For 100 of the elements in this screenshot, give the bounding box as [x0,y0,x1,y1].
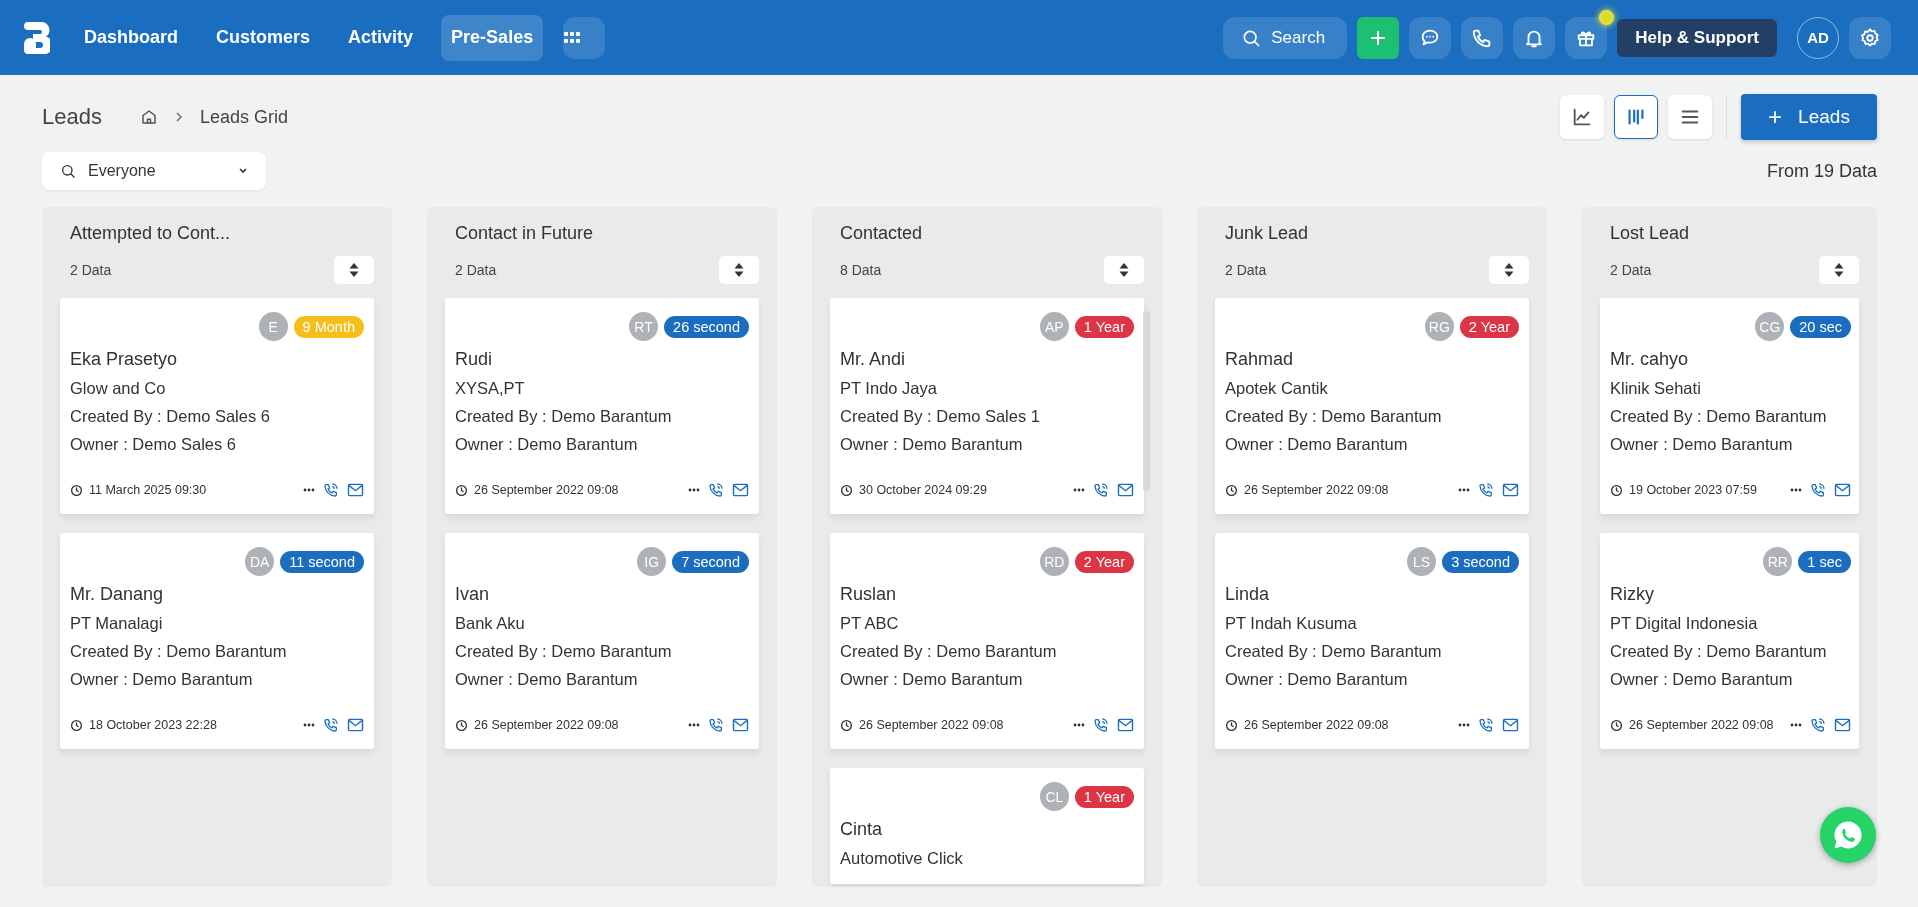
lead-name: Rizky [1610,584,1655,605]
company-name: PT ABC [840,614,900,633]
envelope-icon [347,483,364,497]
more-button[interactable] [1458,723,1470,727]
phone-button[interactable] [1461,16,1504,59]
age-badge: 11 second [280,550,364,573]
email-button[interactable] [1502,718,1519,732]
add-button[interactable] [1357,16,1400,59]
email-button[interactable] [347,483,364,497]
lead-card[interactable]: CL 1 Year Cinta Automotive Click [830,768,1144,884]
lead-card[interactable]: RT 26 second Rudi XYSA,PT Created By : Demo Barantum Owner : Demo Barantum 26 September 2022 09:08 [445,298,759,514]
call-button[interactable] [1810,482,1826,498]
more-button[interactable] [688,488,700,492]
phone-icon [708,482,724,498]
settings-button[interactable] [1849,16,1891,59]
phone-icon [1478,717,1494,733]
view-toggle[interactable] [1668,95,1712,139]
call-button[interactable] [1478,482,1494,498]
more-button[interactable] [1790,723,1802,727]
envelope-icon [1834,483,1851,497]
lead-card[interactable]: RR 1 sec Rizky PT Digital Indonesia Created By : Demo Barantum Owner : Demo Barantum 26 September 2022 09:08 [1600,533,1859,749]
lead-card[interactable]: E 9 Month Eka Prasetyo Glow and Co Created By : Demo Sales 6 Owner : Demo Sales 6 11 March 2025 09:30 [60,298,374,514]
created-by: Created By : Demo Barantum [840,642,1058,661]
call-button[interactable] [1810,717,1826,733]
call-button[interactable] [1093,482,1109,498]
call-button[interactable] [1478,717,1494,733]
lead-name: Mr. Danang [70,584,165,605]
scrollbar[interactable] [1143,311,1150,491]
nav-tab[interactable]: Pre-Sales [441,14,544,61]
help-support-button[interactable]: Help & Support [1617,18,1777,57]
sort-button[interactable] [1489,256,1529,284]
gift-button[interactable] [1565,16,1608,59]
email-button[interactable] [1117,483,1134,497]
lead-card[interactable]: DA 11 second Mr. Danang PT Manalagi Created By : Demo Barantum Owner : Demo Barantum 18 October 2023 22:28 [60,533,374,749]
email-button[interactable] [1834,483,1851,497]
call-button[interactable] [708,717,724,733]
lead-card[interactable]: RD 2 Year Ruslan PT ABC Created By : Demo Barantum Owner : Demo Barantum 26 September 2022 09:08 [830,533,1144,749]
initials-avatar: LS [1407,547,1437,576]
created-date: 26 September 2022 09:08 [1244,718,1390,732]
view-toggle[interactable] [1614,95,1658,139]
clock-icon [70,483,83,497]
apps-button[interactable] [563,16,606,59]
lead-name: Rahmad [1225,349,1295,370]
plus-icon [1370,29,1387,46]
call-button[interactable] [708,482,724,498]
add-leads-button[interactable]: Leads [1741,94,1877,140]
email-button[interactable] [732,483,749,497]
clock-icon [1610,483,1623,497]
lead-name: Linda [1225,584,1271,605]
envelope-icon [732,483,749,497]
sort-button[interactable] [1819,256,1859,284]
nav-tab[interactable]: Activity [338,14,424,61]
lead-card[interactable]: AP 1 Year Mr. Andi PT Indo Jaya Created By : Demo Sales 1 Owner : Demo Barantum 30 October 2024 09:29 [830,298,1144,514]
created-by: Created By : Demo Barantum [455,407,673,426]
email-button[interactable] [732,718,749,732]
lead-card[interactable]: RG 2 Year Rahmad Apotek Cantik Created By : Demo Barantum Owner : Demo Barantum 26 September 2022 09:08 [1215,298,1529,514]
company-name: PT Manalagi [70,614,164,633]
view-toggle[interactable] [1560,95,1604,139]
call-button[interactable] [323,482,339,498]
notifications-button[interactable] [1513,16,1556,59]
clock-icon [1225,483,1238,497]
clock-icon [840,718,853,732]
total-count: From 19 Data [1766,160,1877,182]
envelope-icon [732,718,749,732]
sort-button[interactable] [1104,256,1144,284]
lead-card[interactable]: LS 3 second Linda PT Indah Kusuma Created By : Demo Barantum Owner : Demo Barantum 26 September 2022 09:08 [1215,533,1529,749]
more-button[interactable] [688,723,700,727]
phone-icon [1810,482,1826,498]
lead-card[interactable]: IG 7 second Ivan Bank Aku Created By : Demo Barantum Owner : Demo Barantum 26 September 2022 09:08 [445,533,759,749]
home-link[interactable] [139,108,158,126]
lead-card[interactable]: CG 20 sec Mr. cahyo Klinik Sehati Created By : Demo Barantum Owner : Demo Barantum 19 October 2023 07:59 [1600,298,1859,514]
more-button[interactable] [303,488,315,492]
owner-filter-dropdown[interactable]: Everyone [42,152,266,190]
initials-avatar: IG [637,547,667,576]
nav-tab[interactable]: Customers [206,14,321,61]
more-button[interactable] [1073,488,1085,492]
chat-button[interactable] [1409,16,1452,59]
more-button[interactable] [1458,488,1470,492]
age-badge: 9 Month [293,315,364,338]
owner: Owner : Demo Barantum [1610,670,1794,689]
email-button[interactable] [1117,718,1134,732]
call-button[interactable] [323,717,339,733]
created-date: 26 September 2022 09:08 [1629,718,1775,732]
age-badge: 26 second [664,315,749,338]
call-button[interactable] [1093,717,1109,733]
email-button[interactable] [1834,718,1851,732]
created-by: Created By : Demo Barantum [1610,407,1828,426]
more-button[interactable] [303,723,315,727]
email-button[interactable] [1502,483,1519,497]
search-button[interactable]: Search [1223,16,1348,59]
company-name: PT Indah Kusuma [1225,614,1358,633]
email-button[interactable] [347,718,364,732]
breadcrumb-current: Leads Grid [199,106,288,128]
sort-button[interactable] [719,256,759,284]
more-button[interactable] [1073,723,1085,727]
sort-button[interactable] [334,256,374,284]
more-button[interactable] [1790,488,1802,492]
column-count: 2 Data [70,262,112,278]
created-date: 26 September 2022 09:08 [1244,483,1390,497]
nav-tab[interactable]: Dashboard [74,14,189,61]
